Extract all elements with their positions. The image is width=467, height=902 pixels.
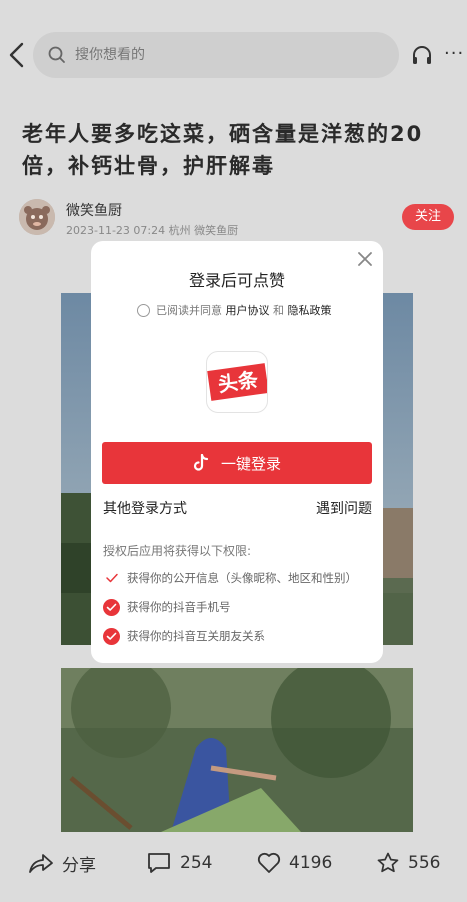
share-label: 分享	[62, 855, 96, 876]
permission-text: 获得你的抖音互关朋友关系	[127, 629, 265, 643]
star-icon	[377, 852, 399, 873]
problem-link[interactable]: 遇到问题	[316, 498, 372, 518]
modal-title: 登录后可点赞	[188, 271, 285, 290]
checked-circle-icon[interactable]	[103, 627, 120, 645]
toutiao-logo: 头条	[206, 351, 268, 413]
comment-icon	[148, 853, 170, 873]
checkmark-icon	[103, 570, 120, 587]
logo-text: 头条	[207, 363, 267, 401]
more-icon[interactable]: ···	[444, 42, 466, 66]
agreement-row: 已阅读并同意 用户协议 和 隐私政策	[137, 301, 332, 319]
favorite-count: 556	[408, 853, 441, 873]
privacy-policy-link[interactable]: 隐私政策	[288, 302, 332, 318]
headphones-icon[interactable]	[410, 43, 434, 67]
agree-prefix: 已阅读并同意	[156, 304, 222, 317]
comment-count: 254	[180, 853, 213, 873]
search-input[interactable]: 搜你想看的	[33, 32, 399, 78]
top-bar: 搜你想看的 ···	[0, 28, 467, 84]
permission-item[interactable]: 获得你的抖音互关朋友关系	[103, 627, 265, 645]
close-icon[interactable]	[355, 249, 375, 269]
permission-text: 获得你的公开信息（头像昵称、地区和性别）	[127, 571, 357, 585]
author-meta: 2023-11-23 07:24 杭州 微笑鱼厨	[66, 224, 239, 237]
article-photo-2	[61, 668, 413, 832]
author-avatar[interactable]	[19, 199, 55, 235]
agreement-checkbox[interactable]	[137, 303, 150, 317]
article-title: 老年人要多吃这菜，硒含量是洋葱的20倍，补钙壮骨，护肝解毒	[22, 122, 424, 178]
agree-and: 和	[273, 304, 284, 317]
comment-button[interactable]: 254	[146, 850, 212, 876]
other-login-link[interactable]: 其他登录方式	[103, 498, 187, 518]
author-name[interactable]: 微笑鱼厨	[66, 200, 122, 220]
bottom-bar: 分享 254 4196 556	[0, 838, 467, 890]
douyin-icon	[193, 454, 209, 471]
search-icon	[47, 45, 67, 65]
back-icon[interactable]	[6, 40, 28, 70]
share-icon	[29, 854, 53, 873]
one-click-login-button[interactable]: 一键登录	[102, 442, 372, 484]
permission-title: 授权后应用将获得以下权限:	[103, 544, 252, 558]
favorite-button[interactable]: 556	[376, 850, 440, 876]
user-agreement-link[interactable]: 用户协议	[226, 302, 270, 318]
search-placeholder: 搜你想看的	[75, 47, 145, 63]
login-modal: 登录后可点赞 已阅读并同意 用户协议 和 隐私政策 头条 一键登录 其他登录方式…	[91, 241, 383, 663]
permission-item[interactable]: 获得你的抖音手机号	[103, 598, 231, 616]
checked-circle-icon[interactable]	[103, 598, 120, 616]
share-button[interactable]: 分享	[28, 850, 96, 876]
login-button-label: 一键登录	[220, 454, 281, 473]
permission-item: 获得你的公开信息（头像昵称、地区和性别）	[103, 569, 357, 587]
heart-icon	[257, 852, 281, 873]
like-count: 4196	[289, 853, 333, 873]
permission-text: 获得你的抖音手机号	[127, 600, 231, 614]
like-button[interactable]: 4196	[257, 850, 332, 876]
follow-button[interactable]: 关注	[402, 204, 454, 230]
